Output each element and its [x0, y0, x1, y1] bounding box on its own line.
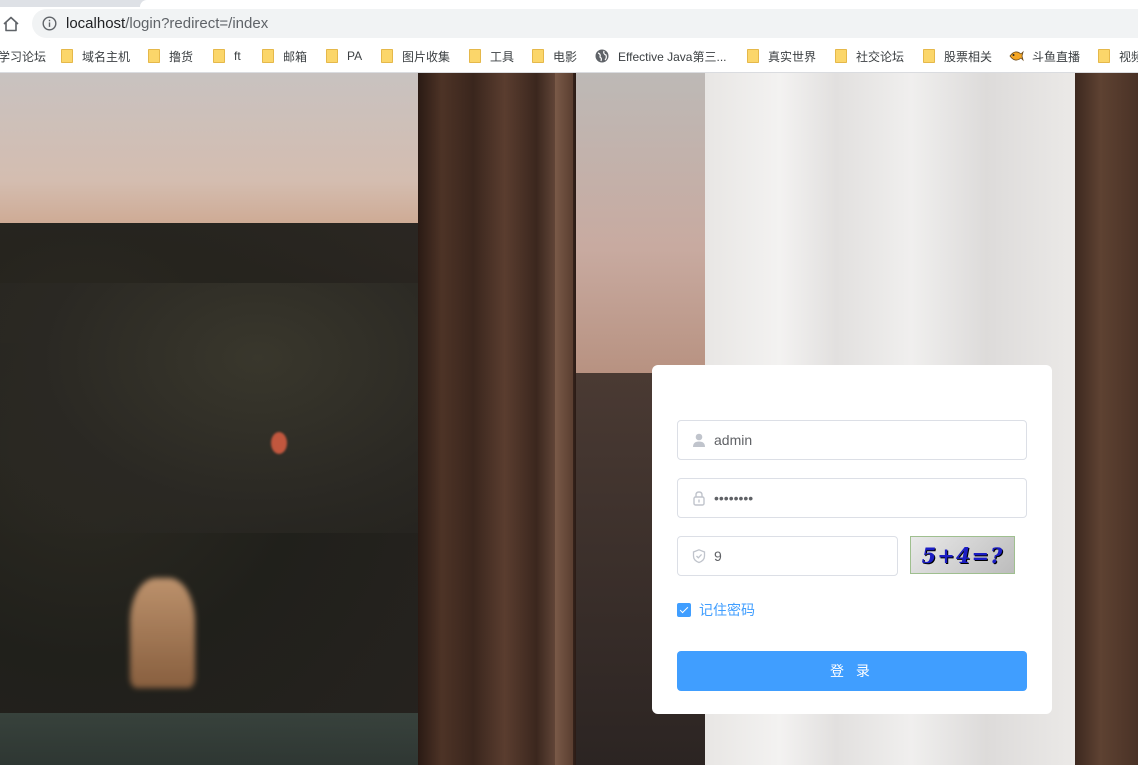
bookmark-pictures[interactable]: 图片收集: [381, 47, 450, 65]
bookmark-study-forum[interactable]: 学习论坛: [0, 47, 46, 65]
bookmark-label: 真实世界: [768, 49, 817, 64]
bookmark-label: 学习论坛: [0, 49, 47, 64]
active-tab-edge: [140, 0, 1138, 7]
captcha-image[interactable]: 5+4=?: [910, 536, 1015, 574]
info-icon[interactable]: [42, 16, 57, 31]
bookmark-label: 股票相关: [944, 49, 993, 64]
folder-icon: [61, 49, 73, 63]
remember-password-checkbox[interactable]: 记住密码: [677, 601, 755, 619]
bookmark-effective-java[interactable]: Effective Java第三...: [595, 47, 727, 65]
bookmark-ft[interactable]: ft: [213, 47, 241, 65]
browser-toolbar: localhost/login?redirect=/index: [0, 7, 1138, 40]
bookmark-label: 撸货: [169, 49, 194, 64]
folder-icon: [326, 49, 338, 63]
folder-icon: [532, 49, 544, 63]
bookmark-social-forum[interactable]: 社交论坛: [835, 47, 904, 65]
login-form: 5+4=? 记住密码 登 录: [652, 365, 1052, 714]
bookmark-label: 图片收集: [402, 49, 451, 64]
bookmark-label: 电影: [553, 49, 578, 64]
background-light: [271, 432, 287, 454]
bookmark-label: 斗鱼直播: [1032, 49, 1081, 64]
username-field[interactable]: [677, 420, 1027, 460]
bookmark-movies[interactable]: 电影: [532, 47, 577, 65]
folder-icon: [148, 49, 160, 63]
password-field[interactable]: [677, 478, 1027, 518]
bookmark-pa[interactable]: PA: [326, 47, 362, 65]
bookmark-label: ft: [234, 49, 241, 63]
folder-icon: [381, 49, 393, 63]
folder-icon: [747, 49, 759, 63]
password-input[interactable]: [714, 479, 1014, 517]
user-icon: [693, 433, 705, 447]
username-input[interactable]: [714, 421, 1014, 459]
bookmark-label: 社交论坛: [856, 49, 905, 64]
background-wood-post-right: [1075, 73, 1138, 765]
shield-icon: [692, 549, 706, 564]
fish-icon: [1009, 50, 1024, 62]
folder-icon: [213, 49, 225, 63]
bookmarks-bar: 学习论坛 域名主机 撸货 ft 邮箱 PA 图片收集 工具 电影 Effecti…: [0, 40, 1138, 73]
remember-password-label: 记住密码: [699, 602, 755, 618]
folder-icon: [1098, 49, 1110, 63]
folder-icon: [469, 49, 481, 63]
background-window: [572, 73, 722, 393]
bookmark-deals[interactable]: 撸货: [148, 47, 193, 65]
bookmark-label: Effective Java第三...: [618, 49, 727, 64]
folder-icon: [835, 49, 847, 63]
login-button[interactable]: 登 录: [677, 651, 1027, 691]
checkbox-checked-icon[interactable]: [677, 603, 691, 617]
bookmark-label: PA: [347, 49, 363, 63]
background-foliage: [0, 283, 430, 533]
bookmark-stocks[interactable]: 股票相关: [923, 47, 992, 65]
captcha-field[interactable]: [677, 536, 898, 576]
bookmark-label: 工具: [490, 49, 515, 64]
captcha-input[interactable]: [714, 537, 884, 575]
bookmark-real-world[interactable]: 真实世界: [747, 47, 816, 65]
globe-icon: [595, 49, 609, 63]
tab-strip: [0, 0, 1138, 7]
bookmark-label: 邮箱: [283, 49, 308, 64]
folder-icon: [923, 49, 935, 63]
bookmark-douyu[interactable]: 斗鱼直播: [1008, 47, 1080, 65]
url-text[interactable]: localhost/login?redirect=/index: [66, 15, 268, 32]
bookmark-label: 视频: [1119, 49, 1138, 64]
bookmark-mail[interactable]: 邮箱: [262, 47, 307, 65]
folder-icon: [262, 49, 274, 63]
background-wood-edge: [555, 73, 573, 765]
bookmark-video[interactable]: 视频: [1098, 47, 1138, 65]
bookmark-domain-host[interactable]: 域名主机: [61, 47, 130, 65]
background-wood-post: [418, 73, 576, 765]
lock-icon: [693, 491, 705, 506]
home-icon[interactable]: [2, 15, 20, 33]
address-bar[interactable]: localhost/login?redirect=/index: [32, 9, 1138, 38]
url-host: localhost: [66, 15, 126, 32]
bookmark-label: 域名主机: [82, 49, 131, 64]
background-lamp: [130, 578, 195, 688]
url-path: /login?redirect=/index: [125, 15, 269, 32]
bookmark-tools[interactable]: 工具: [469, 47, 514, 65]
